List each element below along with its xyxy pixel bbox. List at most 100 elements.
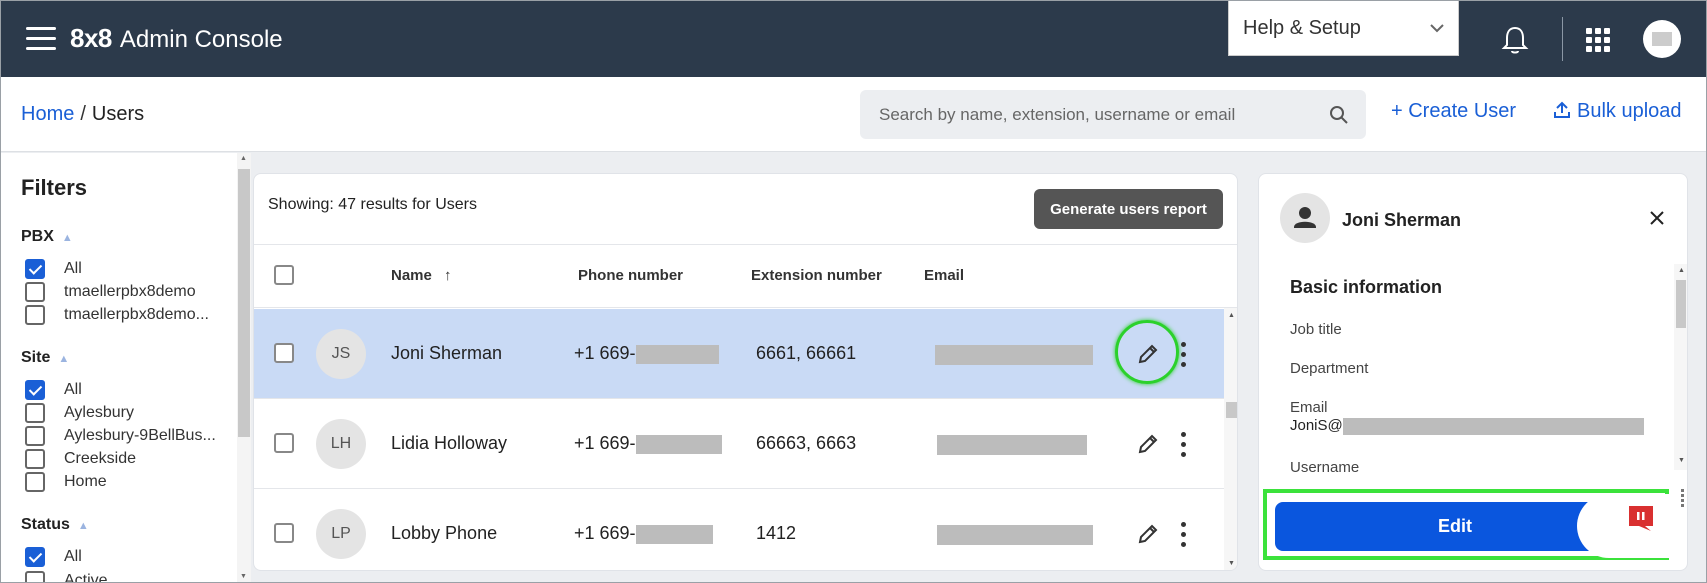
collapse-triangle-icon: ▲: [77, 520, 89, 532]
drag-handle-icon[interactable]: [1681, 489, 1687, 509]
phone-prefix: +1 669-: [574, 523, 636, 543]
user-name[interactable]: Lidia Holloway: [391, 433, 507, 454]
column-phone-header[interactable]: Phone number: [578, 267, 683, 284]
collapse-triangle-icon: ▲: [58, 353, 70, 365]
filter-site-option[interactable]: Creekside: [25, 449, 136, 469]
checkbox[interactable]: [25, 305, 45, 325]
more-options-icon[interactable]: [1181, 522, 1187, 548]
redacted-block: [635, 524, 713, 544]
edit-pencil-icon[interactable]: [1137, 343, 1159, 365]
department-label: Department: [1290, 360, 1369, 377]
redacted-email: [935, 345, 1093, 365]
checkbox[interactable]: [25, 426, 45, 446]
filter-site-option[interactable]: Aylesbury-9BellBus...: [25, 426, 216, 446]
checkbox[interactable]: [25, 282, 45, 302]
page-header: Home /Users + Create User Bulk upload: [1, 77, 1706, 152]
avatar: LH: [316, 419, 366, 469]
username-label: Username: [1290, 459, 1360, 476]
topbar-divider: [1562, 17, 1563, 61]
filter-option-label: tmaellerpbx8demo: [64, 283, 196, 300]
top-bar: 8x8 Admin Console Help & Setup: [1, 1, 1706, 77]
create-user-button[interactable]: + Create User: [1391, 100, 1516, 123]
email-label: Email: [1290, 399, 1328, 416]
checkbox[interactable]: [25, 547, 45, 567]
row-checkbox[interactable]: [274, 523, 294, 543]
brand-mark: 8x8: [70, 23, 112, 53]
hamburger-menu-icon[interactable]: [26, 27, 56, 51]
checkbox[interactable]: [25, 259, 45, 279]
email-value: JoniS@: [1290, 417, 1644, 435]
phone-number: +1 669-: [574, 523, 713, 544]
close-icon[interactable]: [1649, 210, 1665, 226]
checkbox[interactable]: [25, 571, 45, 582]
filter-site-option[interactable]: Home: [25, 472, 107, 492]
phone-number: +1 669-: [574, 433, 722, 454]
filter-option-label: Aylesbury-9BellBus...: [64, 427, 216, 444]
more-options-icon[interactable]: [1181, 342, 1187, 368]
filter-option-label: Aylesbury: [64, 404, 134, 421]
filter-site-all[interactable]: All: [25, 380, 82, 400]
column-email-header[interactable]: Email: [924, 267, 964, 284]
user-avatar[interactable]: [1643, 20, 1681, 58]
recording-pause-icon[interactable]: [1627, 504, 1655, 532]
column-extension-header[interactable]: Extension number: [751, 267, 882, 284]
filter-group-label: PBX: [21, 228, 54, 245]
generate-report-button[interactable]: Generate users report: [1034, 189, 1223, 229]
checkbox[interactable]: [25, 403, 45, 423]
filter-status-option[interactable]: Active: [25, 571, 108, 583]
extension-number: 1412: [756, 523, 797, 543]
filter-site-option[interactable]: Aylesbury: [25, 403, 134, 423]
filter-group-site[interactable]: Site ▲: [21, 349, 69, 367]
table-row[interactable]: LP Lobby Phone +1 669- 1412: [254, 489, 1224, 570]
filter-option-label: tmaellerpbx8demo...: [64, 306, 209, 323]
edit-pencil-icon[interactable]: [1137, 523, 1159, 545]
column-name-header[interactable]: Name ↑: [391, 267, 452, 284]
checkbox[interactable]: [25, 472, 45, 492]
panel-scrollbar[interactable]: ▲ ▼: [1674, 264, 1687, 470]
table-row[interactable]: LH Lidia Holloway +1 669- 66663, 6663: [254, 399, 1224, 489]
help-setup-label: Help & Setup: [1243, 16, 1361, 39]
filter-group-pbx[interactable]: PBX ▲: [21, 228, 73, 246]
filter-pbx-option[interactable]: tmaellerpbx8demo: [25, 282, 196, 302]
filter-status-all[interactable]: All: [25, 547, 82, 567]
checkbox[interactable]: [25, 380, 45, 400]
bulk-upload-button[interactable]: Bulk upload: [1553, 100, 1682, 123]
phone-prefix: +1 669-: [574, 343, 636, 363]
filters-title: Filters: [21, 175, 88, 200]
row-checkbox[interactable]: [274, 433, 294, 453]
table-row[interactable]: JS Joni Sherman +1 669- 6661, 66661: [254, 309, 1224, 399]
breadcrumb-home-link[interactable]: Home: [21, 103, 74, 125]
notifications-bell-icon[interactable]: [1501, 25, 1529, 55]
person-avatar-icon: [1280, 193, 1330, 243]
search-input[interactable]: [860, 90, 1366, 139]
filter-group-label: Status: [21, 516, 70, 533]
filter-pbx-all[interactable]: All: [25, 259, 82, 279]
brand-logo: 8x8 Admin Console: [70, 23, 283, 54]
filters-scrollbar[interactable]: ▲ ▼: [237, 153, 251, 582]
filter-pbx-option[interactable]: tmaellerpbx8demo...: [25, 305, 209, 325]
phone-prefix: +1 669-: [574, 433, 636, 453]
filter-group-status[interactable]: Status ▲: [21, 516, 89, 534]
user-name[interactable]: Joni Sherman: [391, 343, 502, 364]
user-name[interactable]: Lobby Phone: [391, 523, 497, 544]
basic-information-heading: Basic information: [1290, 277, 1443, 297]
row-checkbox[interactable]: [274, 343, 294, 363]
filter-option-label: Active: [64, 572, 108, 583]
select-all-checkbox[interactable]: [274, 265, 294, 285]
app-launcher-grid-icon[interactable]: [1586, 28, 1610, 52]
extension-number: 6661, 66661: [756, 343, 857, 363]
checkbox[interactable]: [25, 449, 45, 469]
more-options-icon[interactable]: [1181, 432, 1187, 458]
help-setup-dropdown[interactable]: Help & Setup: [1228, 1, 1459, 56]
upload-icon: [1554, 101, 1570, 118]
redacted-email: [937, 525, 1093, 545]
edit-pencil-icon[interactable]: [1137, 433, 1159, 455]
column-name-label: Name: [391, 267, 432, 284]
phone-number: +1 669-: [574, 343, 719, 364]
table-scrollbar[interactable]: ▲ ▼: [1224, 308, 1237, 570]
search-icon[interactable]: [1329, 105, 1349, 125]
chevron-down-icon: [1430, 20, 1444, 36]
brand-title: Admin Console: [119, 26, 283, 53]
avatar: JS: [316, 329, 366, 379]
filter-option-label: Creekside: [64, 450, 137, 467]
